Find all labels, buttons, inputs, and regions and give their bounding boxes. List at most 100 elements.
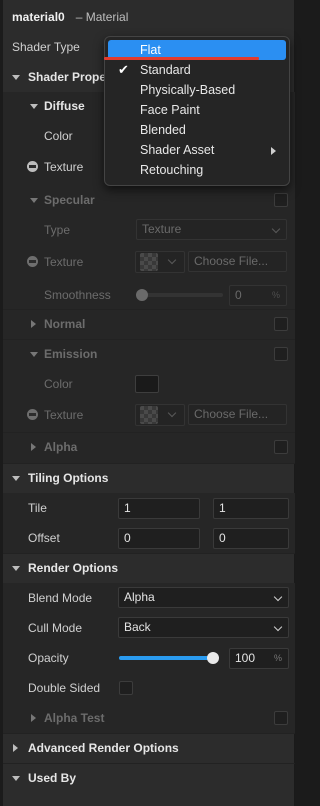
tiling-options-header[interactable]: Tiling Options [3,463,295,493]
collapse-arrow-icon[interactable] [30,104,38,109]
smoothness-slider-knob[interactable] [136,289,148,301]
alpha-enable-checkbox[interactable] [274,440,288,454]
emission-texture-picker[interactable] [135,404,185,426]
specular-type-value: Texture [142,222,182,236]
collapse-arrow-icon[interactable] [12,566,20,571]
offset-y-input[interactable]: 0 [213,528,289,549]
normal-title: Normal [44,317,86,331]
collapse-arrow-icon[interactable] [12,776,20,781]
shader-type-option-label: Blended [140,123,186,137]
specular-header[interactable]: Specular [3,185,295,215]
render-options-header[interactable]: Render Options [3,553,295,583]
alpha-test-header[interactable]: Alpha Test [3,703,295,733]
offset-row: Offset 0 0 [3,523,295,553]
emission-color-row: Color [3,369,295,399]
checkmark-icon: ✔ [118,62,129,77]
shader-type-option-label: Flat [140,43,161,57]
cull-mode-label: Cull Mode [28,621,83,635]
collapse-arrow-icon[interactable] [12,75,20,80]
material-type-label: – Material [75,10,129,24]
alpha-test-checkbox[interactable] [274,711,288,725]
shader-type-label: Shader Type [12,40,80,54]
smoothness-unit: % [271,290,280,300]
used-by-header[interactable]: Used By [3,763,295,793]
link-icon[interactable] [27,161,38,172]
chevron-down-icon [167,408,177,418]
smoothness-row: Smoothness 0 % [3,280,295,310]
collapse-arrow-icon[interactable] [30,198,38,203]
chevron-down-icon [271,224,281,234]
specular-title: Specular [44,193,95,207]
tile-x-input[interactable]: 1 [118,498,200,519]
shader-type-option[interactable]: ✔ Standard [108,60,286,80]
render-options-title: Render Options [28,561,119,575]
shader-type-option[interactable]: Retouching [108,160,286,180]
opacity-input[interactable]: 100 % [229,648,289,669]
cull-mode-select[interactable]: Back [118,617,289,638]
emission-enable-checkbox[interactable] [274,347,288,361]
shader-type-option-label: Face Paint [140,103,200,117]
offset-x-input[interactable]: 0 [118,528,200,549]
emission-title: Emission [44,347,98,361]
emission-texture-label: Texture [44,408,84,422]
chevron-down-icon [273,592,283,602]
blend-mode-select[interactable]: Alpha [118,587,289,608]
smoothness-slider[interactable] [139,293,223,297]
diffuse-title: Diffuse [44,99,85,113]
annotation-underline [104,57,259,60]
specular-choose-file-button[interactable]: Choose File... [188,251,287,272]
cull-mode-value: Back [124,620,151,634]
expand-arrow-icon[interactable] [31,714,36,722]
normal-header[interactable]: Normal [3,309,295,339]
chevron-down-icon [167,255,177,265]
shader-type-option[interactable]: Blended [108,120,286,140]
shader-type-option-label: Shader Asset [140,143,215,157]
chevron-down-icon [273,622,283,632]
specular-texture-picker[interactable] [135,251,185,273]
blend-mode-label: Blend Mode [28,591,93,605]
emission-color-swatch[interactable] [135,375,159,393]
specular-type-select[interactable]: Texture [136,219,287,240]
smoothness-label: Smoothness [44,288,111,302]
normal-enable-checkbox[interactable] [274,317,288,331]
emission-choose-file-button[interactable]: Choose File... [188,404,287,425]
alpha-test-title: Alpha Test [44,711,105,725]
opacity-row: Opacity 100 % [3,643,295,673]
specular-enable-checkbox[interactable] [274,193,288,207]
emission-header[interactable]: Emission [3,339,295,369]
double-sided-checkbox[interactable] [119,681,133,695]
specular-type-label: Type [44,223,71,237]
collapse-arrow-icon[interactable] [12,476,20,481]
double-sided-row: Double Sided [3,673,295,703]
shader-properties-title: Shader Proper [28,70,111,84]
tiling-options-title: Tiling Options [28,471,109,485]
emission-color-label: Color [44,377,73,391]
tile-label: Tile [28,501,47,515]
link-icon[interactable] [27,409,38,420]
alpha-header[interactable]: Alpha [3,432,295,462]
cull-mode-row: Cull Mode Back [3,613,295,643]
blend-mode-row: Blend Mode Alpha [3,583,295,613]
collapse-arrow-icon[interactable] [30,352,38,357]
opacity-slider[interactable] [119,656,213,660]
tile-y-input[interactable]: 1 [213,498,289,519]
shader-type-option-label: Standard [140,63,191,77]
link-icon[interactable] [27,256,38,267]
texture-preview-icon [140,253,158,271]
expand-arrow-icon[interactable] [31,320,36,328]
specular-texture-label: Texture [44,255,84,269]
advanced-render-options-title: Advanced Render Options [28,741,179,755]
shader-type-option[interactable]: Physically-Based [108,80,286,100]
tile-row: Tile 1 1 [3,493,295,523]
submenu-arrow-icon [271,147,276,155]
diffuse-color-label: Color [44,129,73,143]
smoothness-input[interactable]: 0 % [229,285,287,306]
opacity-slider-knob[interactable] [207,652,219,664]
shader-type-option[interactable]: Shader Asset [108,140,286,160]
expand-arrow-icon[interactable] [31,443,36,451]
expand-arrow-icon[interactable] [13,744,18,752]
emission-texture-row: Texture Choose File... [3,400,295,430]
shader-type-option[interactable]: Face Paint [108,100,286,120]
inspector-title-row: material0 – Material [3,0,295,34]
advanced-render-options-header[interactable]: Advanced Render Options [3,733,295,763]
